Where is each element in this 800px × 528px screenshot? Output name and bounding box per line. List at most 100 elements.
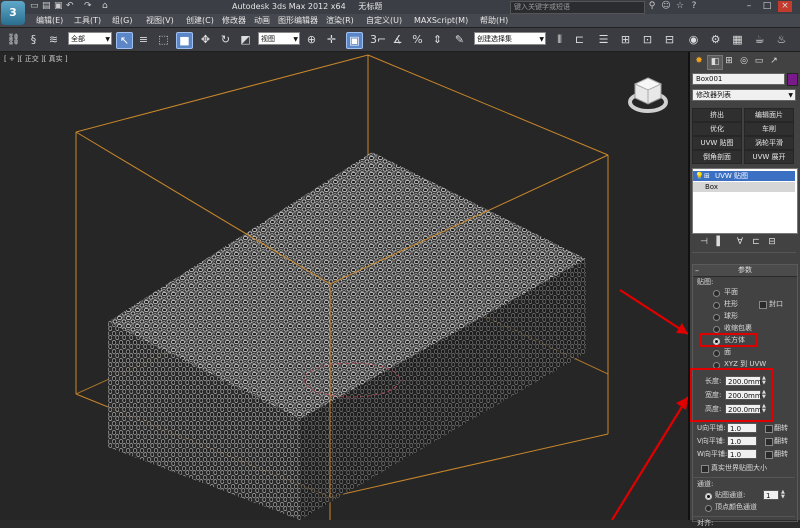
maximize-button[interactable]: □ bbox=[760, 1, 774, 12]
open-file-icon[interactable]: ▤ bbox=[42, 1, 51, 12]
unlink-icon[interactable]: § bbox=[26, 32, 41, 47]
angle-snap-icon[interactable]: ∡ bbox=[390, 32, 405, 47]
binoculars-icon[interactable]: ⚲ bbox=[646, 1, 658, 12]
percent-snap-icon[interactable]: % bbox=[410, 32, 425, 47]
render-setup-icon[interactable]: ⚙ bbox=[708, 32, 723, 47]
select-manipulate-icon[interactable]: ✛ bbox=[324, 32, 339, 47]
layer-manager-icon[interactable]: ☰ bbox=[596, 32, 611, 47]
mirror-icon[interactable]: ⫴ bbox=[552, 32, 567, 47]
select-object-icon[interactable]: ↖ bbox=[116, 32, 133, 49]
menu-create[interactable]: 创建(C) bbox=[186, 15, 214, 26]
menu-edit[interactable]: 编辑(E) bbox=[36, 15, 63, 26]
v-tile-spinner[interactable]: 1.0 bbox=[727, 436, 757, 446]
bevel-profile-button[interactable]: 倒角剖面 bbox=[692, 150, 742, 164]
rendered-frame-icon[interactable]: ▦ bbox=[730, 32, 745, 47]
snap-toggle-icon[interactable]: 3⌐ bbox=[370, 32, 386, 47]
modify-tab-icon[interactable]: ◧ bbox=[707, 55, 723, 70]
window-crossing-icon[interactable]: ■ bbox=[176, 32, 193, 49]
extrude-button[interactable]: 挤出 bbox=[692, 108, 742, 122]
undo-icon[interactable]: ↶ bbox=[66, 1, 74, 12]
redo-icon[interactable]: ↷ bbox=[84, 1, 92, 12]
align-icon[interactable]: ⊏ bbox=[572, 32, 587, 47]
w-tile-spinner[interactable]: 1.0 bbox=[727, 449, 757, 459]
u-tile-spinner[interactable]: 1.0 bbox=[727, 423, 757, 433]
menu-tools[interactable]: 工具(T) bbox=[74, 15, 101, 26]
radio-vertex-color-channel[interactable] bbox=[705, 505, 712, 512]
viewcube-icon[interactable] bbox=[626, 72, 672, 116]
u-flip-checkbox[interactable] bbox=[765, 425, 773, 433]
search-input[interactable]: 键入关键字或短语 bbox=[510, 1, 645, 14]
edit-patch-button[interactable]: 编辑面片 bbox=[744, 108, 794, 122]
v-flip-checkbox[interactable] bbox=[765, 438, 773, 446]
radio-shrink-wrap[interactable] bbox=[713, 326, 720, 333]
minimize-button[interactable]: – bbox=[742, 1, 756, 12]
menu-modifiers[interactable]: 修改器 bbox=[222, 15, 246, 26]
hold-icon[interactable]: ⌂ bbox=[102, 1, 108, 12]
menu-customize[interactable]: 自定义(U) bbox=[366, 15, 402, 26]
select-by-name-icon[interactable]: ≡ bbox=[136, 32, 151, 47]
render-iterative-icon[interactable]: ♨ bbox=[774, 32, 789, 47]
modifier-list-dropdown[interactable]: 修改器列表 ▼ bbox=[692, 89, 796, 101]
unwrap-uvw-button[interactable]: UVW 展开 bbox=[744, 150, 794, 164]
render-production-icon[interactable]: ☕ bbox=[752, 32, 767, 47]
uvw-map-button[interactable]: UVW 贴图 bbox=[692, 136, 742, 150]
modifier-stack[interactable]: 💡 ⊞ UVW 贴图 Box bbox=[692, 168, 798, 234]
optimize-button[interactable]: 优化 bbox=[692, 122, 742, 136]
edit-named-selection-icon[interactable]: ✎ bbox=[452, 32, 467, 47]
configure-sets-icon[interactable]: ⊟ bbox=[766, 236, 778, 248]
radio-face[interactable] bbox=[713, 350, 720, 357]
make-unique-icon[interactable]: ∀ bbox=[734, 236, 746, 248]
close-button[interactable]: × bbox=[778, 1, 792, 12]
spinner-snap-icon[interactable]: ⇕ bbox=[430, 32, 445, 47]
radio-cylindrical[interactable] bbox=[713, 302, 720, 309]
new-file-icon[interactable]: ▭ bbox=[30, 1, 39, 12]
pin-stack-icon[interactable]: ⊣ bbox=[698, 236, 710, 248]
stack-item-uvw-map[interactable]: 💡 ⊞ UVW 贴图 bbox=[693, 171, 795, 181]
motion-tab-icon[interactable]: ◎ bbox=[737, 55, 751, 68]
turbosmooth-button[interactable]: 涡轮平滑 bbox=[744, 136, 794, 150]
radio-map-channel[interactable] bbox=[705, 493, 712, 500]
rotate-icon[interactable]: ↻ bbox=[218, 32, 233, 47]
curve-editor-icon[interactable]: ⊡ bbox=[640, 32, 655, 47]
menu-rendering[interactable]: 渲染(R) bbox=[326, 15, 354, 26]
display-tab-icon[interactable]: ▭ bbox=[752, 55, 766, 68]
hierarchy-tab-icon[interactable]: ⊞ bbox=[722, 55, 736, 68]
account-icon[interactable]: ☺ bbox=[660, 1, 672, 12]
w-flip-checkbox[interactable] bbox=[765, 451, 773, 459]
collapse-icon[interactable]: – bbox=[695, 265, 699, 276]
perspective-viewport[interactable]: [ + ][ 正交 ][ 真实 ] bbox=[0, 52, 690, 520]
create-tab-icon[interactable]: ✸ bbox=[692, 55, 706, 68]
radio-planar[interactable] bbox=[713, 290, 720, 297]
menu-views[interactable]: 视图(V) bbox=[146, 15, 174, 26]
menu-group[interactable]: 组(G) bbox=[112, 15, 132, 26]
select-link-icon[interactable]: ⛓ bbox=[6, 32, 21, 47]
app-logo-icon[interactable]: 3 bbox=[1, 1, 25, 25]
bind-space-warp-icon[interactable]: ≋ bbox=[46, 32, 61, 47]
menu-help[interactable]: 帮助(H) bbox=[480, 15, 508, 26]
remove-modifier-icon[interactable]: ⊏ bbox=[750, 236, 762, 248]
schematic-view-icon[interactable]: ⊟ bbox=[662, 32, 677, 47]
star-icon[interactable]: ☆ bbox=[674, 1, 686, 12]
utilities-tab-icon[interactable]: ↗ bbox=[767, 55, 781, 68]
graphite-tools-icon[interactable]: ⊞ bbox=[618, 32, 633, 47]
cap-checkbox[interactable] bbox=[759, 301, 767, 309]
radio-spherical[interactable] bbox=[713, 314, 720, 321]
stack-item-box[interactable]: Box bbox=[693, 182, 795, 192]
map-channel-arrows[interactable]: ▲ ▼ bbox=[781, 490, 786, 500]
named-selection-dropdown[interactable]: 创建选择集 ▼ bbox=[474, 32, 546, 45]
material-editor-icon[interactable]: ◉ bbox=[686, 32, 701, 47]
keyboard-shortcut-icon[interactable]: ▣ bbox=[346, 32, 363, 49]
real-world-size-checkbox[interactable] bbox=[701, 465, 709, 473]
map-channel-spinner[interactable]: 1 bbox=[763, 490, 779, 500]
scale-icon[interactable]: ◩ bbox=[238, 32, 253, 47]
help-icon[interactable]: ? bbox=[688, 1, 700, 12]
expand-icon[interactable]: ⊞ bbox=[704, 171, 710, 181]
menu-maxscript[interactable]: MAXScript(M) bbox=[414, 15, 468, 26]
save-file-icon[interactable]: ▣ bbox=[54, 1, 63, 12]
menu-graph-editors[interactable]: 图形编辑器 bbox=[278, 15, 318, 26]
move-icon[interactable]: ✥ bbox=[198, 32, 213, 47]
lathe-button[interactable]: 车削 bbox=[744, 122, 794, 136]
menu-animation[interactable]: 动画 bbox=[254, 15, 270, 26]
pivot-center-icon[interactable]: ⊕ bbox=[304, 32, 319, 47]
object-color-swatch[interactable] bbox=[787, 73, 798, 86]
